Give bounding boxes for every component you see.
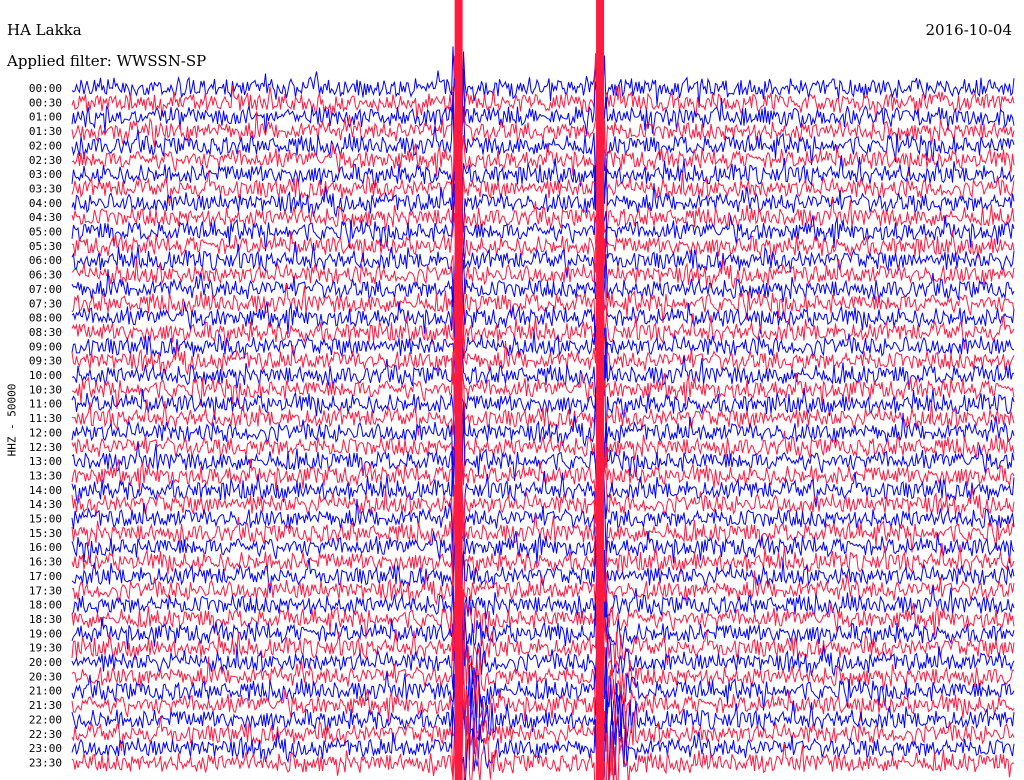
row-label: 22:30 (29, 728, 62, 741)
row-label: 10:30 (29, 383, 62, 396)
row-label: 16:30 (29, 556, 62, 569)
row-label: 02:00 (29, 139, 62, 152)
row-label: 17:30 (29, 584, 62, 597)
row-label: 00:30 (29, 96, 62, 109)
trace-row (71, 601, 1015, 695)
row-label: 10:00 (29, 369, 62, 382)
row-label: 06:30 (29, 269, 62, 282)
helicorder-plot: 00:0000:30 01:0001:3002:00 02:3003:0003:30… (29, 0, 1015, 780)
y-axis-label: HHZ - 50000 (5, 383, 19, 457)
row-label: 14:30 (29, 498, 62, 511)
trace-row (71, 354, 1015, 444)
row-label: 23:30 (29, 756, 62, 769)
row-label: 08:00 (29, 312, 62, 325)
trace-row (71, 254, 1015, 315)
row-label: 18:00 (29, 599, 62, 612)
row-label: 03:00 (29, 168, 62, 181)
row-label: 12:00 (29, 426, 62, 439)
row-label: 02:30 (29, 154, 62, 167)
row-label: 21:00 (29, 685, 62, 698)
row-label: 22:00 (29, 713, 62, 726)
row-label: 09:00 (29, 340, 62, 353)
event-band (596, 0, 605, 780)
row-label: 18:30 (29, 613, 62, 626)
row-label: 20:30 (29, 670, 62, 683)
trace-row (71, 484, 1015, 580)
row-label: 21:30 (29, 699, 62, 712)
row-label: 08:30 (29, 326, 62, 339)
event-band (454, 0, 463, 780)
trace-row (71, 210, 1015, 301)
row-label: 00:00 (29, 82, 62, 95)
row-label: 01:00 (29, 111, 62, 124)
row-label: 16:00 (29, 541, 62, 554)
row-label: 05:00 (29, 226, 62, 239)
row-label: 11:00 (29, 398, 62, 411)
row-label: 03:30 (29, 182, 62, 195)
row-label: 15:00 (29, 513, 62, 526)
row-label: 12:30 (29, 441, 62, 454)
row-label: 09:30 (29, 355, 62, 368)
row-label: 01:30 (29, 125, 62, 138)
trace-row (71, 578, 1015, 662)
row-label: 13:00 (29, 455, 62, 468)
row-label: 19:30 (29, 642, 62, 655)
row-label: 19:00 (29, 627, 62, 640)
trace-row (71, 234, 1015, 321)
row-label: 23:00 (29, 742, 62, 755)
row-label: 15:30 (29, 527, 62, 540)
row-label: 14:00 (29, 484, 62, 497)
row-label: 04:00 (29, 197, 62, 210)
row-label: 20:00 (29, 656, 62, 669)
row-label: 07:00 (29, 283, 62, 296)
trace-row (71, 68, 1015, 159)
row-label: 05:30 (29, 240, 62, 253)
row-label: 04:30 (29, 211, 62, 224)
row-label: 06:00 (29, 254, 62, 267)
row-label: 17:00 (29, 570, 62, 583)
station-title: HA Lakka (7, 21, 82, 39)
row-label: 07:30 (29, 297, 62, 310)
date-label: 2016-10-04 (925, 21, 1012, 39)
row-label: 11:30 (29, 412, 62, 425)
filter-label: Applied filter: WWSSN-SP (7, 52, 207, 70)
row-label: 13:30 (29, 469, 62, 482)
